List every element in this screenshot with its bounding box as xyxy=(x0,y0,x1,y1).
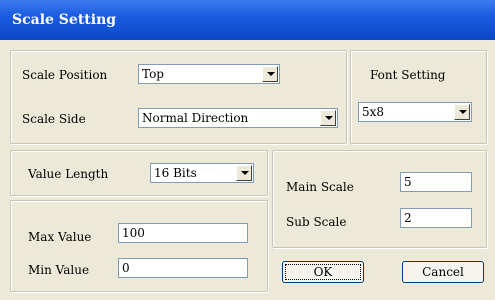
min-value-text: 0 xyxy=(122,261,130,275)
main-scale-text: 5 xyxy=(404,175,412,189)
scale-side-label: Scale Side xyxy=(22,112,86,126)
font-setting-label: Font Setting xyxy=(370,68,446,82)
chevron-down-icon[interactable] xyxy=(262,66,278,82)
scale-side-value: Normal Direction xyxy=(142,111,249,125)
main-scale-label: Main Scale xyxy=(286,180,354,194)
chevron-down-icon[interactable] xyxy=(236,165,252,181)
scale-setting-dialog: Scale Setting Scale Position Top Scale S… xyxy=(0,0,495,300)
sub-scale-text: 2 xyxy=(404,211,412,225)
cancel-button[interactable]: Cancel xyxy=(402,261,484,283)
title-bar[interactable]: Scale Setting xyxy=(0,0,495,40)
max-value-label: Max Value xyxy=(28,230,92,244)
value-length-select[interactable]: 16 Bits xyxy=(150,163,254,183)
font-setting-select[interactable]: 5x8 xyxy=(358,102,472,122)
value-range-group xyxy=(10,200,268,292)
scale-position-select[interactable]: Top xyxy=(138,64,280,84)
max-value-text: 100 xyxy=(122,226,145,240)
value-length-value: 16 Bits xyxy=(154,166,197,180)
value-length-label: Value Length xyxy=(28,167,109,181)
scale-position-label: Scale Position xyxy=(22,68,108,82)
font-setting-value: 5x8 xyxy=(362,105,385,119)
sub-scale-input[interactable]: 2 xyxy=(400,208,472,228)
scale-position-value: Top xyxy=(142,67,164,81)
chevron-down-icon[interactable] xyxy=(320,110,336,126)
ok-button[interactable]: OK xyxy=(282,261,364,283)
scale-divisions-group xyxy=(272,150,487,248)
sub-scale-label: Sub Scale xyxy=(286,215,347,229)
font-setting-group xyxy=(350,50,487,144)
main-scale-input[interactable]: 5 xyxy=(400,172,472,192)
max-value-input[interactable]: 100 xyxy=(118,223,248,243)
window-title: Scale Setting xyxy=(12,12,117,28)
min-value-label: Min Value xyxy=(28,263,90,277)
chevron-down-icon[interactable] xyxy=(454,104,470,120)
dialog-body: Scale Position Top Scale Side Normal Dir… xyxy=(0,40,495,300)
scale-side-select[interactable]: Normal Direction xyxy=(138,108,338,128)
min-value-input[interactable]: 0 xyxy=(118,258,248,278)
